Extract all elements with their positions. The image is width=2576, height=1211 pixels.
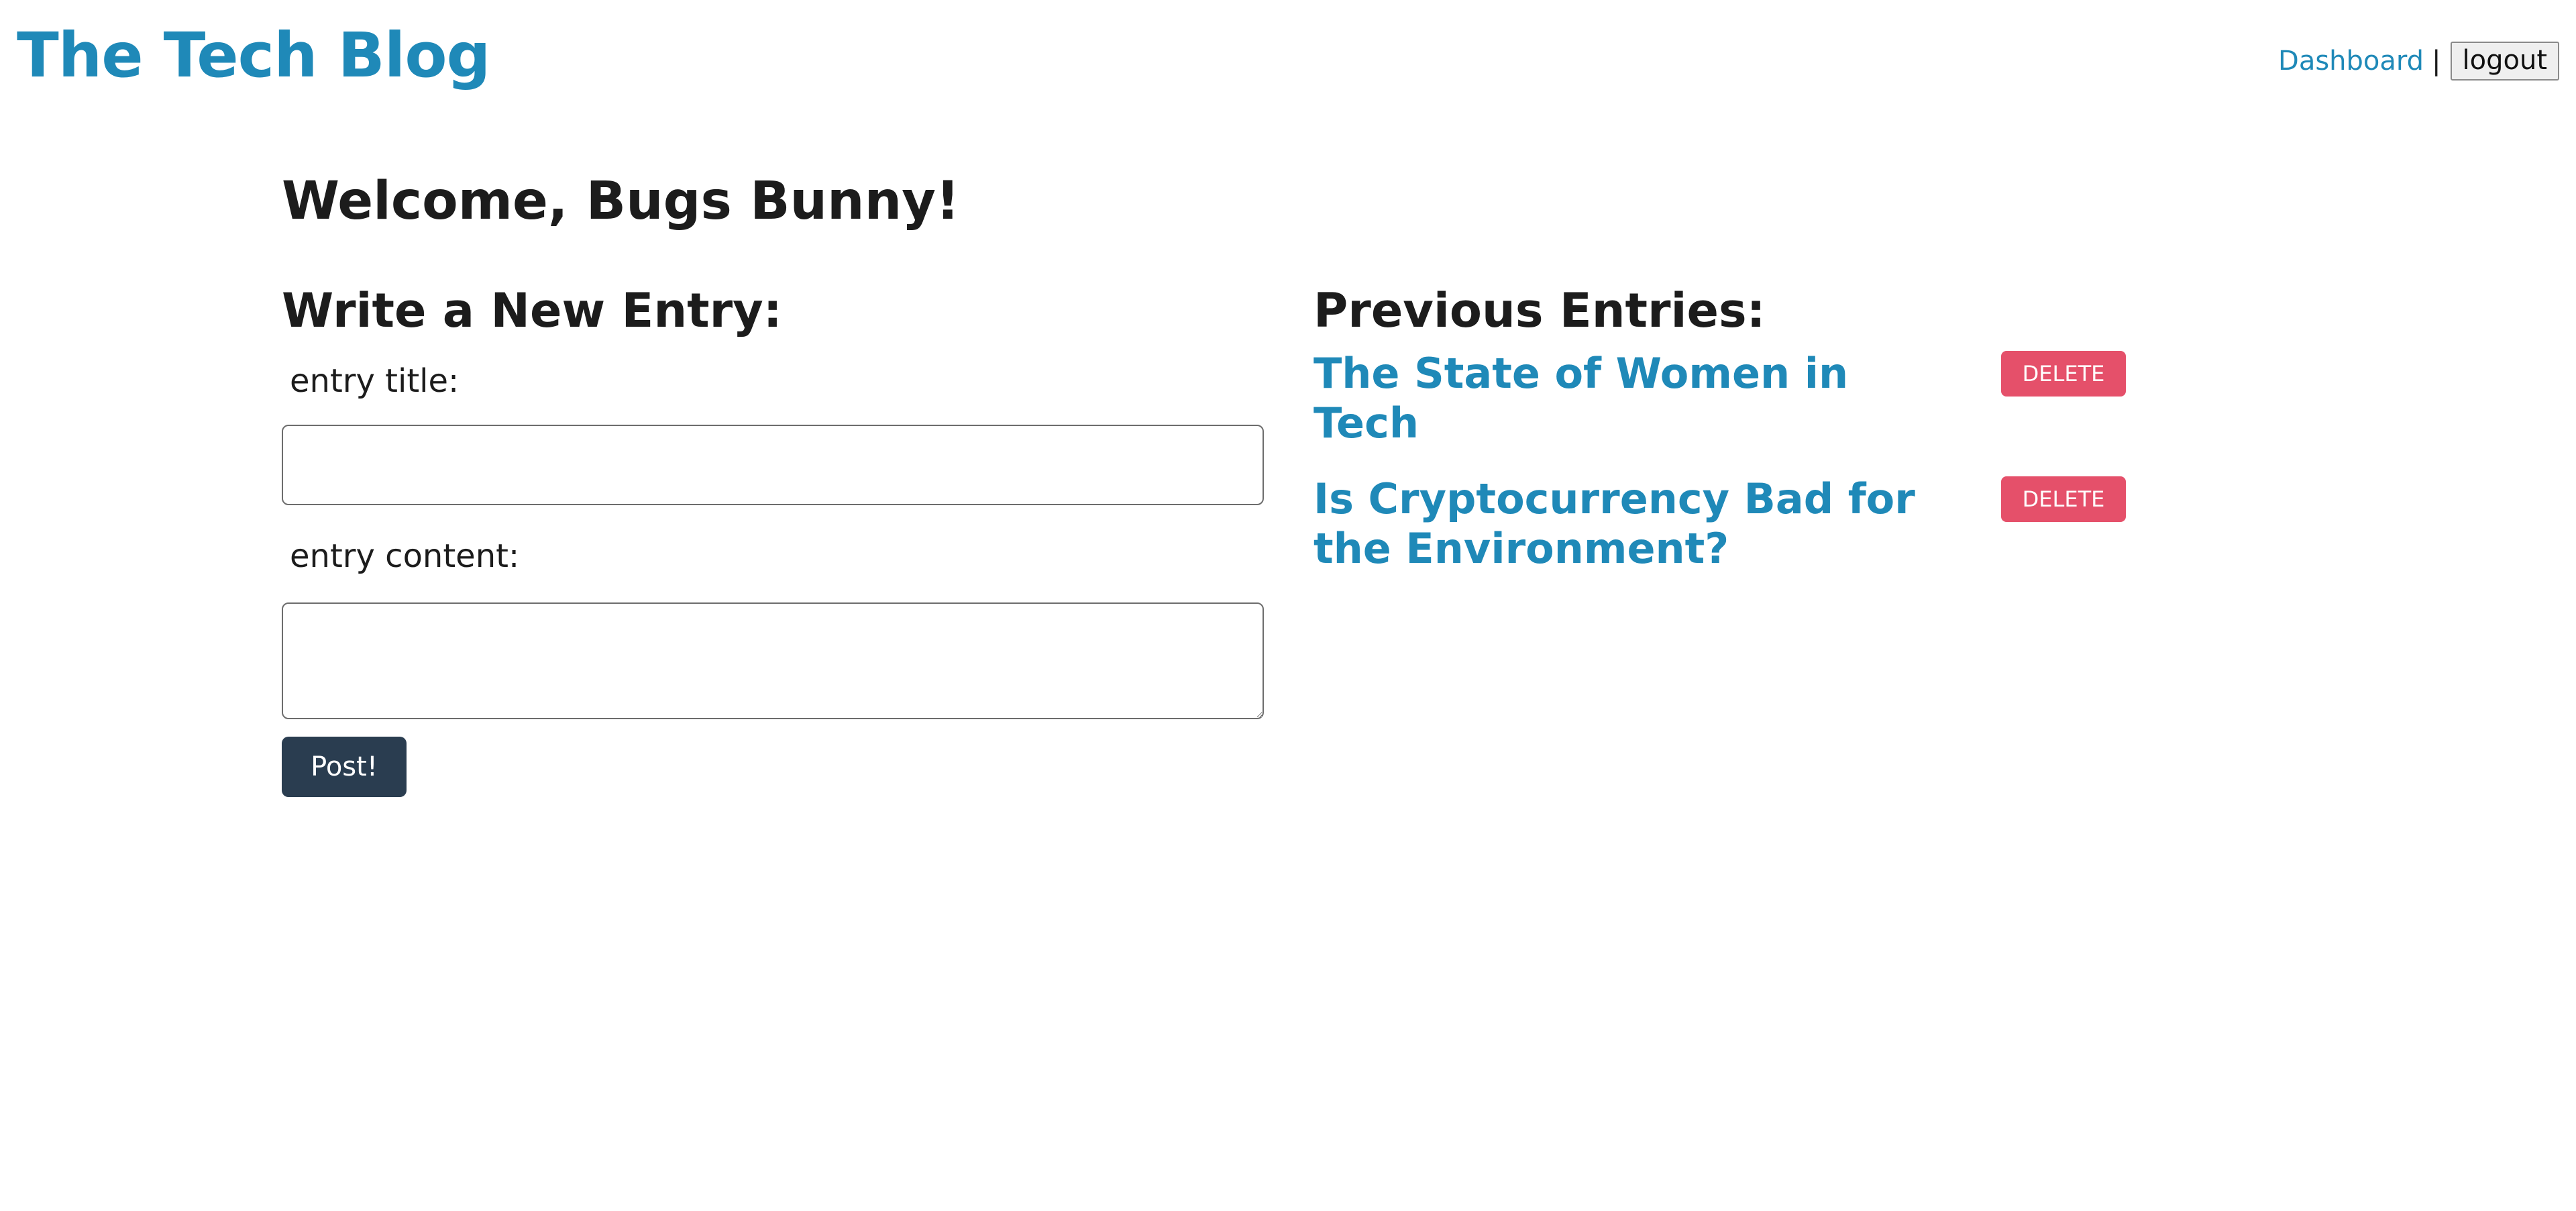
previous-entries-heading: Previous Entries: [1313,283,1766,338]
entry-content-textarea[interactable] [282,602,1264,719]
list-item: Is Cryptocurrency Bad for the Environmen… [1313,474,2126,574]
delete-button[interactable]: DELETE [2001,476,2126,522]
entry-title-link[interactable]: The State of Women in Tech [1313,349,1957,449]
delete-button[interactable]: DELETE [2001,351,2126,397]
new-entry-form: Write a New Entry: entry title: entry co… [282,285,1264,797]
entry-content-label: entry content: [290,537,520,575]
dashboard-link[interactable]: Dashboard [2278,48,2424,74]
top-nav: Dashboard | logout [2278,42,2559,81]
site-title: The Tech Blog [17,19,490,91]
nav-separator: | [2432,46,2441,76]
new-entry-heading: Write a New Entry: [282,283,782,338]
post-button[interactable]: Post! [282,736,407,797]
previous-entries: Previous Entries: The State of Women in … [1313,283,2126,600]
logout-button[interactable]: logout [2450,42,2559,81]
entry-title-input[interactable] [282,424,1264,505]
list-item: The State of Women in Tech DELETE [1313,349,2126,449]
entry-title-label: entry title: [290,362,460,400]
entry-title-link[interactable]: Is Cryptocurrency Bad for the Environmen… [1313,474,1957,574]
entries-list: The State of Women in Tech DELETE Is Cry… [1313,349,2126,574]
welcome-heading: Welcome, Bugs Bunny! [282,171,960,231]
